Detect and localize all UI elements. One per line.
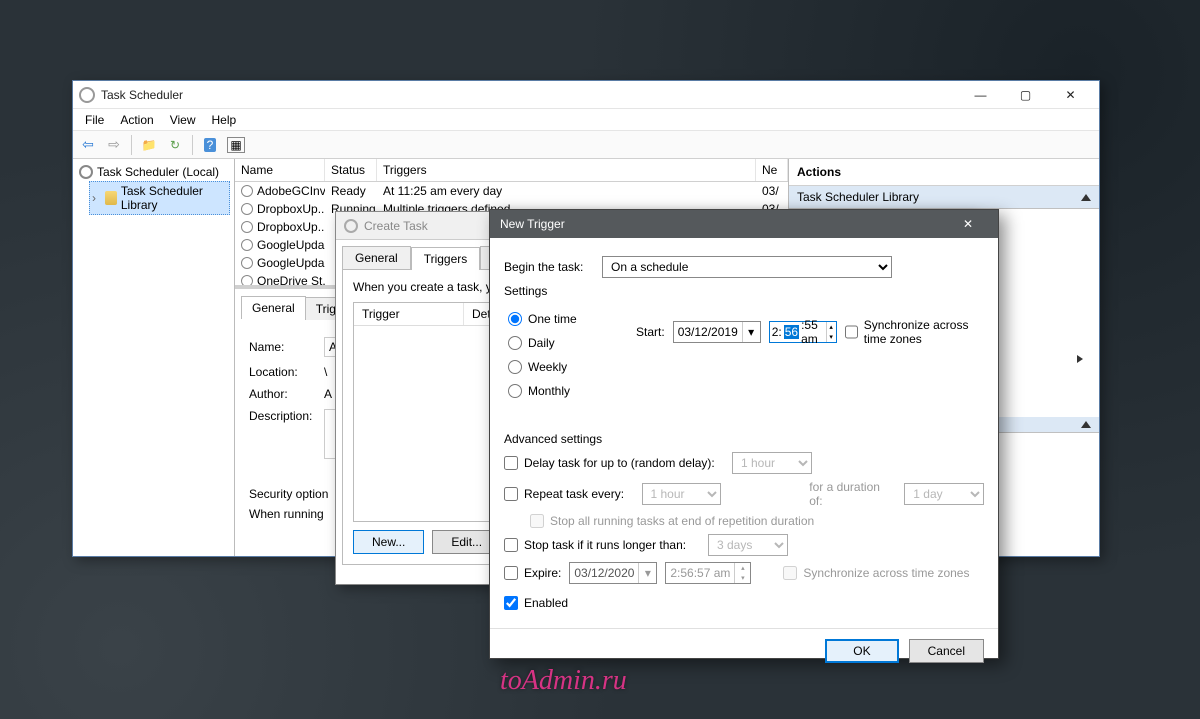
- col-next[interactable]: Ne: [756, 159, 788, 181]
- task-icon: [241, 257, 253, 269]
- duration-label: for a duration of:: [809, 480, 896, 508]
- tree-root-label: Task Scheduler (Local): [97, 165, 219, 179]
- actions-header: Actions: [789, 159, 1099, 186]
- actions-section-library[interactable]: Task Scheduler Library: [789, 186, 1099, 209]
- cancel-button[interactable]: Cancel: [909, 639, 984, 663]
- location-label: Location:: [249, 365, 324, 379]
- delay-checkbox[interactable]: Delay task for up to (random delay):: [504, 456, 724, 470]
- task-row[interactable]: AdobeGCInv...ReadyAt 11:25 am every day0…: [235, 182, 788, 200]
- new-trigger-button[interactable]: New...: [353, 530, 424, 554]
- delay-select: 1 hour: [732, 452, 812, 474]
- tree-pane: Task Scheduler (Local) › Task Scheduler …: [73, 159, 235, 556]
- menu-file[interactable]: File: [77, 111, 112, 129]
- freq-weekly[interactable]: Weekly: [508, 360, 618, 374]
- collapse-icon: [1081, 421, 1091, 428]
- begin-task-label: Begin the task:: [504, 260, 594, 274]
- tab-general[interactable]: General: [241, 296, 306, 319]
- clock-icon: [344, 219, 358, 233]
- tree-library-label: Task Scheduler Library: [121, 184, 227, 212]
- ct-tab-triggers[interactable]: Triggers: [411, 247, 481, 270]
- col-name[interactable]: Name: [235, 159, 325, 181]
- repeat-select: 1 hour: [642, 483, 722, 505]
- calendar-dropdown-icon[interactable]: ▾: [742, 322, 760, 342]
- stoplong-checkbox[interactable]: Stop task if it runs longer than:: [504, 538, 700, 552]
- toolbar-separator-2: [192, 135, 193, 155]
- maximize-button[interactable]: ▢: [1003, 81, 1048, 109]
- watermark: toAdmin.ru: [500, 665, 627, 697]
- app-clock-icon: [79, 87, 95, 103]
- refresh-button[interactable]: ↻: [164, 134, 186, 156]
- clock-icon: [79, 165, 93, 179]
- task-list-header: Name Status Triggers Ne: [235, 159, 788, 182]
- enabled-checkbox[interactable]: Enabled: [504, 596, 568, 610]
- time-spinner: ▴▾: [734, 563, 750, 583]
- task-icon: [241, 185, 253, 197]
- location-value: \: [324, 365, 327, 379]
- new-trigger-titlebar: New Trigger ✕: [490, 210, 998, 238]
- ok-button[interactable]: OK: [825, 639, 898, 663]
- expire-date-input: [570, 564, 638, 582]
- task-icon: [241, 221, 253, 233]
- expire-date-field: ▾: [569, 562, 657, 584]
- calendar-dropdown-icon: ▾: [638, 563, 656, 583]
- task-icon: [241, 203, 253, 215]
- task-icon: [241, 275, 253, 287]
- new-trigger-title: New Trigger: [500, 217, 565, 231]
- help-button[interactable]: ?: [199, 134, 221, 156]
- start-date-input[interactable]: [674, 323, 742, 341]
- tree-library[interactable]: › Task Scheduler Library: [89, 181, 230, 215]
- menu-action[interactable]: Action: [112, 111, 161, 129]
- start-date-field[interactable]: ▾: [673, 321, 761, 343]
- author-value: A: [324, 387, 332, 401]
- time-selected-segment[interactable]: 56: [784, 325, 799, 339]
- minimize-button[interactable]: —: [958, 81, 1003, 109]
- folder-icon: [105, 191, 117, 205]
- freq-onetime[interactable]: One time: [508, 312, 618, 326]
- stoplong-select: 3 days: [708, 534, 788, 556]
- close-button[interactable]: ✕: [948, 210, 988, 238]
- repeat-checkbox[interactable]: Repeat task every:: [504, 487, 634, 501]
- menu-view[interactable]: View: [162, 111, 204, 129]
- props-button[interactable]: ▦: [225, 134, 247, 156]
- task-icon: [241, 239, 253, 251]
- expire-checkbox[interactable]: Expire:: [504, 566, 561, 580]
- close-button[interactable]: ✕: [1048, 81, 1093, 109]
- expire-time-field: 2:56:57 am ▴▾: [665, 562, 751, 584]
- toolbar-separator: [131, 135, 132, 155]
- menu-help[interactable]: Help: [204, 111, 245, 129]
- settings-label: Settings: [504, 284, 984, 298]
- begin-task-select[interactable]: On a schedule: [602, 256, 892, 278]
- start-label: Start:: [636, 325, 665, 339]
- duration-select: 1 day: [904, 483, 984, 505]
- description-label: Description:: [249, 409, 324, 423]
- up-button[interactable]: 📁: [138, 134, 160, 156]
- name-label: Name:: [249, 340, 324, 354]
- time-spinner[interactable]: ▴▾: [826, 322, 836, 342]
- titlebar: Task Scheduler — ▢ ✕: [73, 81, 1099, 109]
- start-time-field[interactable]: 2:56:55 am ▴▾: [769, 321, 837, 343]
- sync-tz2-checkbox: Synchronize across time zones: [783, 566, 969, 580]
- forward-button[interactable]: ⇨: [103, 134, 125, 156]
- chevron-right-icon: [1077, 355, 1083, 363]
- menubar: File Action View Help: [73, 109, 1099, 131]
- new-trigger-dialog: New Trigger ✕ Begin the task: On a sched…: [489, 209, 999, 659]
- back-button[interactable]: ⇦: [77, 134, 99, 156]
- author-label: Author:: [249, 387, 324, 401]
- col-status[interactable]: Status: [325, 159, 377, 181]
- expand-icon[interactable]: ›: [92, 191, 101, 205]
- col-trigger[interactable]: Trigger: [354, 303, 464, 325]
- toolbar: ⇦ ⇨ 📁 ↻ ? ▦: [73, 131, 1099, 159]
- advanced-label: Advanced settings: [504, 432, 984, 446]
- ct-tab-general[interactable]: General: [342, 246, 411, 269]
- window-title: Task Scheduler: [101, 88, 958, 102]
- create-task-title: Create Task: [364, 219, 428, 233]
- freq-monthly[interactable]: Monthly: [508, 384, 618, 398]
- tree-root[interactable]: Task Scheduler (Local): [77, 163, 230, 181]
- freq-daily[interactable]: Daily: [508, 336, 618, 350]
- col-triggers[interactable]: Triggers: [377, 159, 756, 181]
- collapse-icon: [1081, 194, 1091, 201]
- stopall-checkbox: Stop all running tasks at end of repetit…: [530, 514, 814, 528]
- sync-tz-checkbox[interactable]: Synchronize across time zones: [845, 318, 980, 346]
